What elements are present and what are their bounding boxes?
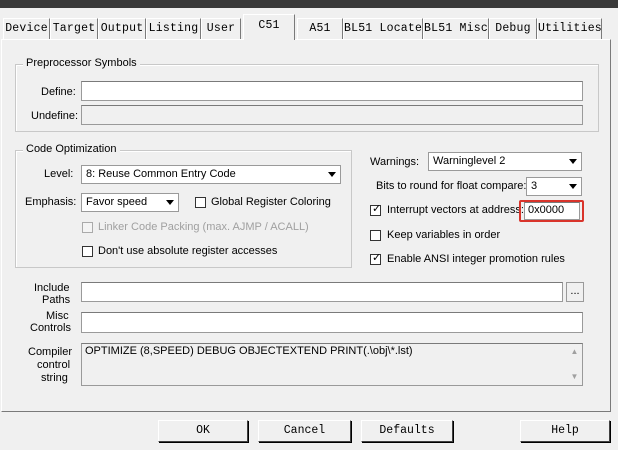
keep-variables-checkbox[interactable] [370, 230, 381, 241]
chevron-down-icon[interactable] [324, 167, 339, 182]
chevron-down-icon[interactable] [565, 154, 580, 169]
ok-button[interactable]: OK [158, 420, 248, 442]
tab-utilities[interactable]: Utilities [537, 18, 602, 39]
linker-packing-label: Linker Code Packing (max. AJMP / ACALL) [98, 221, 309, 233]
cancel-button[interactable]: Cancel [258, 420, 351, 442]
tab-output[interactable]: Output [98, 18, 146, 39]
undefine-label: Undefine: [31, 110, 79, 122]
undefine-input[interactable] [81, 105, 583, 125]
float-bits-label: Bits to round for float compare: [376, 180, 527, 192]
level-label: Level: [44, 168, 74, 180]
chevron-down-icon[interactable] [565, 179, 580, 194]
absolute-register-label: Don't use absolute register accesses [98, 245, 278, 257]
scroll-up-icon[interactable]: ▲ [569, 347, 580, 357]
compiler-control-label-line1: Compiler [28, 346, 73, 358]
tab-debug[interactable]: Debug [489, 18, 537, 39]
include-paths-label-line2: Paths [42, 294, 71, 306]
defaults-button[interactable]: Defaults [361, 420, 453, 442]
interrupt-address-input[interactable]: 0x0000 [524, 202, 580, 220]
global-register-checkbox[interactable] [195, 197, 206, 208]
interrupt-vectors-checkbox[interactable]: ✓ [370, 203, 381, 216]
compiler-control-text: OPTIMIZE (8,SPEED) DEBUG OBJECTEXTEND PR… [85, 345, 413, 357]
compiler-control-label-line3: string [41, 372, 68, 384]
linker-packing-checkbox[interactable] [82, 222, 93, 233]
warnings-select[interactable]: Warninglevel 2 [428, 152, 582, 171]
misc-controls-label-line2: Controls [30, 322, 71, 334]
warnings-value: Warninglevel 2 [433, 155, 506, 167]
tab-user[interactable]: User [201, 18, 241, 39]
tab-bl51-misc[interactable]: BL51 Misc [423, 18, 489, 39]
interrupt-vectors-label: Interrupt vectors at address: [387, 204, 524, 216]
absolute-register-checkbox[interactable] [82, 246, 93, 257]
ansi-promotion-checkbox[interactable]: ✓ [370, 252, 381, 265]
emphasis-value: Favor speed [86, 196, 148, 208]
tab-device[interactable]: Device [3, 18, 50, 39]
level-value: 8: Reuse Common Entry Code [86, 168, 236, 180]
keep-variables-label: Keep variables in order [387, 229, 501, 241]
warnings-label: Warnings: [370, 156, 420, 168]
tab-a51[interactable]: A51 [297, 18, 343, 39]
compiler-control-string[interactable]: OPTIMIZE (8,SPEED) DEBUG OBJECTEXTEND PR… [81, 343, 583, 386]
window-title-strip [0, 0, 618, 8]
tab-listing[interactable]: Listing [146, 18, 201, 39]
misc-controls-label-line1: Misc [46, 310, 69, 322]
tab-c51[interactable]: C51 [243, 14, 295, 40]
code-optimization-group-title: Code Optimization [23, 143, 120, 155]
float-bits-value: 3 [531, 180, 538, 192]
browse-button[interactable]: ... [566, 282, 584, 302]
preprocessor-group-title: Preprocessor Symbols [23, 57, 140, 69]
chevron-down-icon[interactable] [162, 195, 177, 210]
include-paths-label-line1: Include [34, 282, 70, 294]
ansi-promotion-label: Enable ANSI integer promotion rules [387, 253, 565, 265]
float-bits-select[interactable]: 3 [526, 177, 582, 196]
tab-target[interactable]: Target [50, 18, 98, 39]
define-label: Define: [41, 86, 76, 98]
include-paths-input[interactable] [81, 282, 563, 302]
tab-bl51-locate[interactable]: BL51 Locate [343, 18, 423, 39]
emphasis-select[interactable]: Favor speed [81, 193, 179, 212]
level-select[interactable]: 8: Reuse Common Entry Code [81, 165, 341, 184]
compiler-control-label-line2: control [37, 359, 71, 371]
help-button[interactable]: Help [520, 420, 610, 442]
misc-controls-input[interactable] [81, 312, 583, 333]
scroll-down-icon[interactable]: ▼ [569, 372, 580, 382]
define-input[interactable] [81, 81, 583, 101]
emphasis-label: Emphasis: [25, 196, 77, 208]
global-register-label: Global Register Coloring [211, 196, 331, 208]
